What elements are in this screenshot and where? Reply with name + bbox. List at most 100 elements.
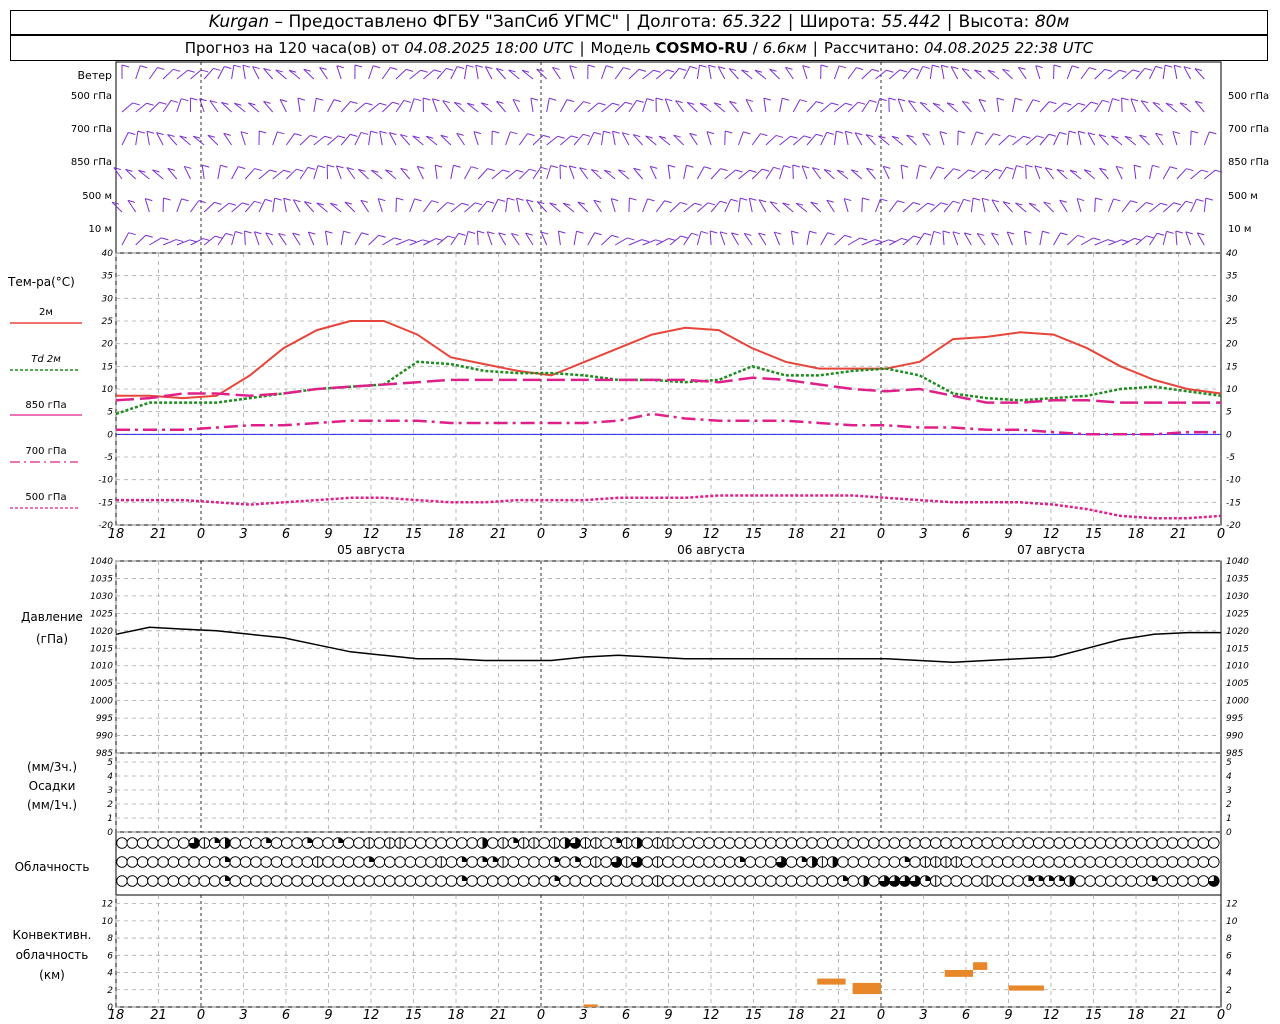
cloud-symbol [816,875,829,887]
cloud-symbol [342,875,355,887]
wind-barb-flag [1113,198,1121,202]
time-tick-label: 0 [537,527,545,542]
cloud-symbol [765,837,777,849]
cloud-symbol [1053,837,1066,849]
wind-barb-flag [198,200,206,204]
cloud-fill [575,856,581,862]
wind-barb-flag [1059,131,1067,135]
cloud-symbol [116,856,128,868]
wind-barb [900,165,904,180]
wind-barb-flag [725,130,733,134]
wind-barb [669,235,682,246]
cloud-symbol [517,875,530,887]
wind-barb-flag [527,133,535,137]
wind-level-label-right: 500 гПа [1228,91,1269,102]
cloud-symbol [425,856,437,868]
cloud-symbol [1125,837,1138,849]
y-tick-label-right: 5 [1226,408,1232,418]
wind-barb [1108,69,1120,80]
time-tick-label: 9 [324,527,332,542]
wind-barb-flag [707,202,716,206]
cloud-symbol [1105,875,1117,887]
cloud-symbol [157,875,169,887]
time-tick-label: 21 [150,527,167,542]
wind-barb-flag [982,197,990,201]
cloud-symbol [291,856,303,868]
cloud-symbol [868,837,880,849]
wind-barb [748,198,753,213]
wind-barb-flag [888,239,896,243]
cloud-fill [616,837,622,843]
wind-barb-flag [927,202,935,206]
wind-barb-flag [1071,65,1080,69]
wind-barb-flag [886,69,894,73]
y-tick-label: 12 [102,900,114,910]
cloud-symbol [260,875,272,887]
wind-barb-flag [993,133,1001,137]
wind-barb-flag [264,198,273,202]
cloud-symbol [868,875,880,887]
wind-barb-flag [228,202,236,206]
legend-label-t2m: 2м [39,307,53,318]
wind-barb [217,233,227,246]
wind-barb [1094,197,1096,213]
wind-barb [450,202,463,213]
wind-barb-flag [719,200,728,204]
cloud-symbol [332,875,345,887]
wind-barb [135,65,141,80]
wind-barb [335,165,342,180]
wind-barb [1039,101,1050,113]
cloud-symbol [425,875,437,887]
wind-barb-flag [790,135,798,139]
wind-barb-flag [190,97,198,101]
cloud-fill [307,837,313,843]
time-tick-label: 15 [745,527,762,542]
wind-barb [231,231,236,246]
wind-barb [1034,165,1041,180]
cloud-symbol [785,856,798,868]
wind-barb [751,168,763,180]
wind-barb [1185,231,1192,246]
wind-barb [984,168,996,180]
y-tick-label-right: -10 [1226,476,1241,486]
wind-barb-flag [922,65,930,69]
wind-barb-flag [360,131,369,135]
cloud-symbol [301,875,314,887]
wind-barb [710,168,721,180]
wind-barb [505,131,511,146]
cloud-symbol [713,837,726,849]
y-tick-label: 1030 [90,592,113,602]
cloud-symbol [847,837,860,849]
wind-barb [984,133,994,146]
wind-barb-flag [710,230,718,234]
cloud-symbol [878,837,890,849]
wind-barb-flag [836,130,844,134]
wind-barb [1135,202,1147,213]
wind-barb-flag [1107,239,1115,243]
wind-barb-flag [838,65,847,69]
cloud-symbol [754,837,767,849]
time-tick-label-bottom: 9 [1004,1008,1012,1023]
wind-barb-flag [899,69,907,73]
wind-barb [861,197,863,213]
cloud-fill [801,856,808,862]
wind-barb [1149,66,1157,80]
cloud-symbol [785,875,798,887]
y-tick-label-right: 0 [1226,1003,1232,1013]
conv-title-2: облачность [16,948,89,962]
wind-barb-flag [487,200,495,204]
convective-bar [852,982,881,995]
y-tick-label-right: 1035 [1226,574,1249,584]
cloud-fill [740,856,746,862]
cloud-symbol [600,837,612,849]
wind-barb-flag [1064,102,1072,106]
wind-barb-flag [827,232,835,236]
cloud-symbol [311,875,324,887]
cloud-symbol [971,856,983,868]
wind-barb [546,98,550,113]
time-tick-label-bottom: 0 [877,1008,885,1023]
cloud-symbol [1002,837,1014,849]
cloud-symbol [857,837,870,849]
cloud-symbol [1197,837,1210,849]
wind-barb-flag [1076,198,1085,202]
